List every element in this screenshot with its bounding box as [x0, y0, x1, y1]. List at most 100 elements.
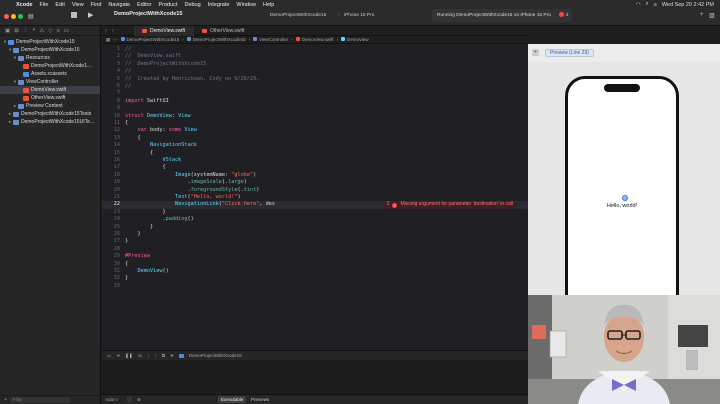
source-editor[interactable]: 1 // 2 // DemoView.swift 3 // DemoProjectWith…	[102, 44, 528, 350]
navigator-item[interactable]: ▾ DemoProjectWithXcode15	[0, 38, 100, 46]
menu-view[interactable]: View	[72, 2, 84, 8]
menu-product[interactable]: Product	[159, 2, 178, 8]
jump-symbol[interactable]: DemoView	[340, 37, 369, 42]
menu-edit[interactable]: Edit	[55, 2, 64, 8]
navigator-item-label: DemoProjectWithXcode15	[16, 39, 75, 45]
code-token: )	[253, 171, 257, 178]
pin-icon[interactable]: ⌖	[532, 49, 539, 56]
inspector-toggle-icon[interactable]: ▥	[709, 12, 715, 19]
clock[interactable]: Wed Sep 20 2:42 PM	[662, 2, 714, 8]
iphone-preview[interactable]: ◍ Hello, world!	[565, 76, 679, 316]
navigator-item[interactable]: DemoProjectWithXcode1...	[0, 62, 100, 70]
line-number: 11	[113, 120, 120, 126]
navigator-item[interactable]: ▾ ViewController	[0, 78, 100, 86]
step-over-icon[interactable]: ⤼	[138, 353, 143, 358]
line-number: 5	[116, 75, 120, 82]
menu-app[interactable]: Xcode	[16, 2, 33, 8]
minimize-window-button[interactable]	[11, 14, 16, 19]
error-count[interactable]: 2	[566, 12, 569, 17]
breakpoint-nav-icon[interactable]: ▭	[64, 28, 69, 34]
location-icon[interactable]: ➤	[170, 353, 174, 359]
forward-arrow-icon[interactable]: ›	[112, 28, 114, 34]
tab-otherview[interactable]: OtherView.swift	[194, 26, 254, 36]
navigator-item-label: Assets.xcassets	[31, 71, 67, 77]
navigator-item[interactable]: ▾ DemoProjectWithXcode15	[0, 46, 100, 54]
menu-navigate[interactable]: Navigate	[108, 2, 130, 8]
activity-status: Running DemoProjectWithXcode15 on iPhone…	[437, 13, 551, 18]
console-area[interactable]	[102, 360, 528, 394]
test-nav-icon[interactable]: ◇	[48, 28, 52, 34]
sidebar-toggle-icon[interactable]: ▤	[28, 13, 34, 20]
step-out-icon[interactable]: ↑	[155, 353, 157, 358]
menu-help[interactable]: Help	[263, 2, 274, 8]
scheme-selector[interactable]: DemoProjectWithXcode15	[270, 13, 326, 18]
search-icon[interactable]: ⌕	[646, 1, 649, 8]
menu-window[interactable]: Window	[236, 2, 256, 8]
issue-nav-icon[interactable]: ⚠	[39, 28, 44, 34]
line-number: 31	[113, 268, 120, 274]
code-line: VStack	[125, 157, 181, 164]
wifi-icon[interactable]: ◠	[636, 2, 641, 8]
error-indicator-icon[interactable]	[559, 12, 564, 17]
menu-debug[interactable]: Debug	[184, 2, 200, 8]
menu-editor[interactable]: Editor	[137, 2, 151, 8]
executable-tab[interactable]: Executable	[218, 396, 247, 403]
zoom-window-button[interactable]	[18, 14, 23, 19]
add-icon[interactable]: +	[700, 12, 704, 18]
inline-error-annotation[interactable]: 2! Missing argument for parameter 'destin…	[383, 201, 516, 209]
code-token: tint	[243, 186, 257, 193]
jump-group[interactable]: DemoProjectWithXcode15	[186, 37, 246, 42]
control-center-icon[interactable]: ≡	[654, 2, 657, 8]
breakpoints-toggle-icon[interactable]: ➜	[116, 353, 120, 359]
navigator-item[interactable]: DemoView.swift	[0, 86, 100, 94]
menu-find[interactable]: Find	[91, 2, 102, 8]
code-line: {	[125, 150, 153, 157]
device-selector[interactable]: iPhone 15 Pro	[344, 13, 374, 18]
info-icon[interactable]: ⓘ	[127, 396, 132, 404]
filter-icon[interactable]: ⊜	[137, 396, 141, 404]
related-items-icon[interactable]: ▦	[106, 37, 110, 43]
code-token: imageScale	[190, 179, 222, 186]
back-arrow-icon[interactable]: ‹	[105, 28, 107, 34]
stop-button[interactable]	[71, 12, 77, 18]
globe-icon: ◍	[622, 195, 628, 201]
hide-debug-area-icon[interactable]: ▭	[107, 353, 111, 359]
filter-input[interactable]: Filter	[9, 397, 70, 403]
navigator-item[interactable]: OtherView.swift	[0, 94, 100, 102]
navigator-item[interactable]: ▸ Preview Content	[0, 102, 100, 110]
jump-project[interactable]: DemoProjectWithXcode15	[120, 37, 179, 42]
step-in-icon[interactable]: ↓	[147, 353, 149, 358]
auto-selector[interactable]: Auto ◊	[105, 396, 118, 404]
navigator-item[interactable]: Assets.xcassets	[0, 70, 100, 78]
swift-file-icon	[23, 63, 29, 69]
jump-file[interactable]: DemoView.swift	[295, 37, 333, 42]
find-nav-icon[interactable]: ⌕	[32, 27, 35, 34]
code-token: DemoView	[146, 112, 172, 119]
debug-target[interactable]: DemoProjectWithXcode15	[189, 353, 242, 358]
debug-nav-icon[interactable]: ≡	[57, 28, 60, 34]
menu-integrate[interactable]: Integrate	[208, 2, 230, 8]
code-token: , des	[259, 201, 275, 208]
asset-catalog-icon	[23, 71, 29, 77]
folder-nav-icon[interactable]: ▣	[5, 28, 10, 34]
code-line: .foregroundStyle(.tint)	[125, 187, 259, 194]
symbol-nav-icon[interactable]: ⋮	[23, 28, 29, 34]
code-token: {	[125, 134, 141, 141]
navigator-item[interactable]: ▸ DemoProjectWithXcode15Tests	[0, 110, 100, 118]
navigator-item[interactable]: ▾ Resources	[0, 54, 100, 62]
preview-tab[interactable]: Preview (Line 29)	[545, 49, 594, 57]
previews-tab[interactable]: Previews	[248, 396, 272, 403]
jump-folder[interactable]: ViewController	[253, 37, 288, 42]
run-button[interactable]: ▶	[88, 11, 93, 19]
code-line: NavigationLink("Click here", des	[125, 201, 275, 208]
source-control-icon[interactable]: ⊠	[14, 28, 19, 34]
tab-demoview[interactable]: DemoView.swift	[134, 26, 194, 36]
close-window-button[interactable]	[4, 14, 9, 19]
menu-file[interactable]: File	[40, 2, 49, 8]
add-file-icon[interactable]: +	[4, 397, 7, 403]
nav-arrows-icon[interactable]: ‹ ›	[113, 37, 117, 42]
apple-menu-icon[interactable]	[5, 1, 12, 8]
view-debugger-icon[interactable]: ⧉	[162, 353, 165, 358]
pause-icon[interactable]: ❚❚	[125, 353, 133, 359]
navigator-item[interactable]: ▸ DemoProjectWithXcode15UITe...	[0, 118, 100, 126]
